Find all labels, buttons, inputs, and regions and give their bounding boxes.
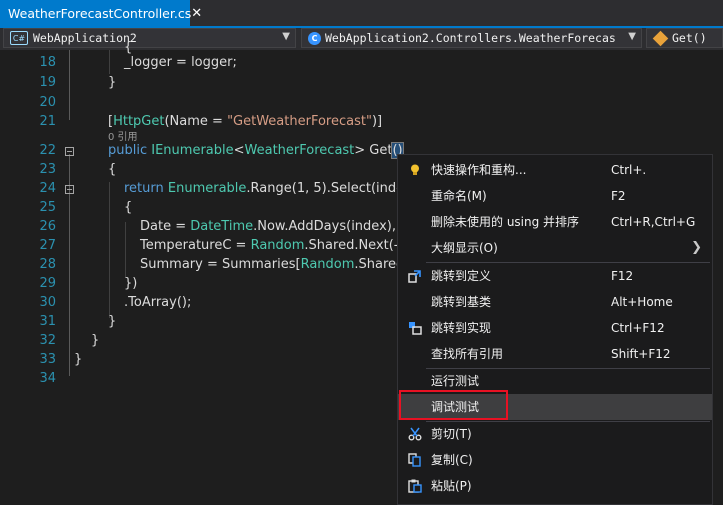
go-to-definition-icon — [408, 269, 422, 283]
line-number: 34 — [39, 371, 56, 386]
member-dropdown[interactable]: Get() — [646, 28, 723, 48]
method-icon — [652, 30, 669, 46]
line-number: 32 — [39, 333, 56, 348]
highlight-box — [399, 390, 508, 420]
menu-item-rename[interactable]: 重命名(M) F2 — [398, 183, 712, 209]
code-text: [HttpGet(Name = "GetWeatherForecast")] — [108, 114, 383, 129]
project-dropdown[interactable]: C# WebApplication2 ▼ — [3, 28, 296, 48]
project-name: WebApplication2 — [33, 31, 137, 45]
document-tab-strip: WeatherForecastController.cs ✕ — [0, 0, 723, 26]
menu-item-quick-actions[interactable]: 快速操作和重构... Ctrl+. — [398, 157, 712, 183]
line-number: 25 — [39, 200, 56, 215]
tab-title: WeatherForecastController.cs — [8, 5, 192, 21]
menu-item-go-to-base[interactable]: 跳转到基类 Alt+Home — [398, 289, 712, 315]
menu-item-go-to-definition[interactable]: 跳转到定义 F12 — [398, 263, 712, 289]
menu-item-go-to-implementation[interactable]: 跳转到实现 Ctrl+F12 — [398, 315, 712, 341]
code-line: 20 — [0, 93, 723, 113]
menu-item-copy[interactable]: 复制(C) — [398, 447, 712, 473]
scissors-icon — [408, 427, 422, 441]
line-number: 22 — [39, 143, 56, 158]
code-text: } — [108, 75, 117, 90]
copy-icon — [408, 453, 422, 467]
code-text: Summary = Summaries[Random.Shared.N — [140, 257, 419, 272]
code-text: }) — [124, 276, 138, 291]
type-name: WebApplication2.Controllers.WeatherForec… — [325, 31, 616, 45]
member-name: Get() — [672, 31, 707, 45]
collapse-icon[interactable] — [65, 147, 74, 156]
menu-item-cut[interactable]: 剪切(T) — [398, 421, 712, 447]
code-line: 19 } — [0, 73, 723, 93]
collapse-icon[interactable] — [65, 185, 74, 194]
line-number: 19 — [39, 75, 56, 90]
tab-weatherforecastcontroller[interactable]: WeatherForecastController.cs ✕ — [0, 0, 202, 26]
type-dropdown[interactable]: C WebApplication2.Controllers.WeatherFor… — [301, 28, 642, 48]
chevron-right-icon: ❯ — [691, 240, 702, 255]
line-number: 18 — [39, 55, 56, 70]
go-to-implementation-icon — [408, 321, 422, 335]
line-number: 30 — [39, 295, 56, 310]
line-number: 20 — [39, 95, 56, 110]
lightbulb-icon — [408, 163, 422, 177]
code-text: } — [108, 314, 117, 329]
menu-item-paste[interactable]: 粘贴(P) — [398, 473, 712, 499]
menu-item-remove-usings[interactable]: 删除未使用的 using 并排序 Ctrl+R,Ctrl+G — [398, 209, 712, 235]
line-number: 24 — [39, 181, 56, 196]
menu-item-find-all-references[interactable]: 查找所有引用 Shift+F12 — [398, 341, 712, 367]
chevron-down-icon: ▼ — [282, 31, 290, 42]
code-text: } — [74, 352, 83, 367]
line-number: 29 — [39, 276, 56, 291]
menu-item-outlining[interactable]: 大纲显示(O) ❯ — [398, 235, 712, 261]
paste-icon — [408, 479, 422, 493]
code-text: { — [124, 200, 133, 215]
line-number: 28 — [39, 257, 56, 272]
csharp-project-icon: C# — [10, 31, 28, 45]
code-text: Date = DateTime.Now.AddDays(index), — [140, 219, 396, 234]
code-line: 18 _logger = logger; — [0, 53, 723, 73]
navigation-bar: C# WebApplication2 ▼ C WebApplication2.C… — [0, 28, 723, 50]
line-number: 27 — [39, 238, 56, 253]
line-number: 23 — [39, 162, 56, 177]
line-number: 33 — [39, 352, 56, 367]
code-text: TemperatureC = Random.Shared.Next(-20 — [140, 238, 416, 253]
code-text: public IEnumerable<WeatherForecast> Get(… — [108, 142, 404, 159]
line-number: 26 — [39, 219, 56, 234]
context-menu: 快速操作和重构... Ctrl+. 重命名(M) F2 删除未使用的 using… — [397, 154, 713, 505]
code-text: } — [91, 333, 100, 348]
code-text: _logger = logger; — [124, 55, 237, 70]
code-text: { — [108, 162, 117, 177]
close-icon[interactable]: ✕ — [191, 6, 202, 21]
code-text: .ToArray(); — [124, 295, 192, 310]
line-number: 31 — [39, 314, 56, 329]
code-text: return Enumerable.Range(1, 5).Select(ind… — [124, 181, 427, 196]
chevron-down-icon: ▼ — [628, 31, 636, 42]
line-number: 21 — [39, 114, 56, 129]
class-icon: C — [308, 31, 321, 45]
